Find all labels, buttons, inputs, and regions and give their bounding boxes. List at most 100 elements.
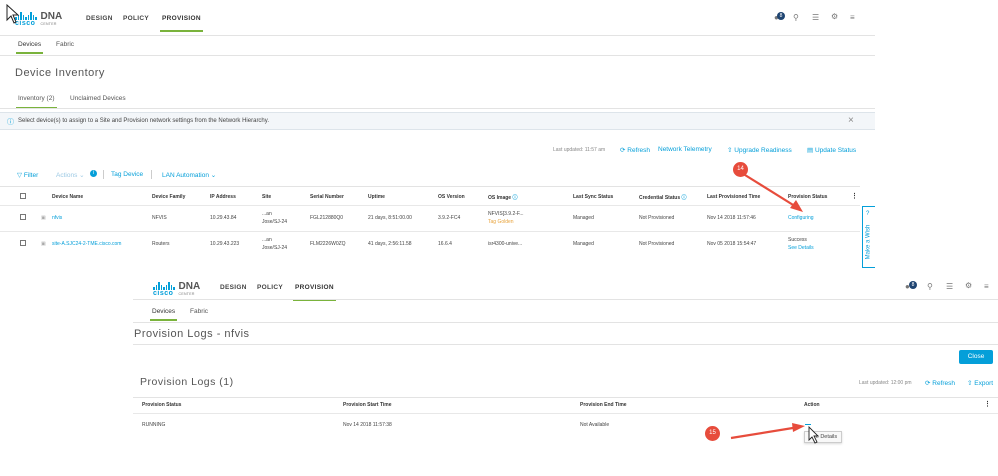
menu-icon[interactable]: ≡ xyxy=(984,282,989,291)
cisco-dna-logo: cisco DNA CENTER xyxy=(153,281,201,297)
site-line-2: Jose/SJ-24 xyxy=(262,245,288,251)
annotation-arrow-15 xyxy=(730,423,805,440)
subnav-fabric[interactable]: Fabric xyxy=(190,308,208,315)
info-icon: ⓘ xyxy=(512,195,518,201)
uptime: 21 days, 8:51:00.00 xyxy=(368,215,412,221)
apps-icon[interactable]: ☰ xyxy=(946,282,953,291)
col-provision-end-time[interactable]: Provision End Time xyxy=(580,402,627,408)
annotation-arrow-14 xyxy=(744,174,803,212)
filter-button[interactable]: ▽ Filter xyxy=(17,171,38,179)
col-device-name[interactable]: Device Name xyxy=(52,194,83,200)
subnav-fabric[interactable]: Fabric xyxy=(56,41,74,48)
success-status: Success xyxy=(788,237,807,243)
col-os-image[interactable]: OS Image ⓘ xyxy=(488,194,517,201)
tab-inventory[interactable]: Inventory (2) xyxy=(16,95,56,109)
subnav-devices[interactable]: Devices xyxy=(149,308,178,321)
nav-provision[interactable]: PROVISION xyxy=(160,15,203,32)
status-icon: ▤ xyxy=(807,147,814,154)
menu-icon[interactable]: ≡ xyxy=(850,13,855,22)
site-line-1: ...an xyxy=(262,237,272,243)
upgrade-readiness-button[interactable]: ⇧ Upgrade Readiness xyxy=(727,146,792,154)
bottom-header: cisco DNA CENTER DESIGN POLICY PROVISION… xyxy=(133,274,998,301)
apps-icon[interactable]: ☰ xyxy=(812,13,819,22)
device-name-link[interactable]: nfvis xyxy=(52,215,62,221)
see-details-link[interactable]: See Details xyxy=(788,245,814,251)
gear-icon[interactable]: ⚙ xyxy=(831,12,838,21)
notification-badge: 8 xyxy=(777,12,785,20)
page-title: Provision Logs - nfvis xyxy=(134,328,250,340)
search-icon[interactable]: ⚲ xyxy=(927,282,933,291)
nav-design[interactable]: DESIGN xyxy=(220,284,247,291)
cisco-bars-icon xyxy=(153,282,175,290)
more-options-icon[interactable]: ⋮ xyxy=(851,192,858,200)
actions-dropdown[interactable]: Actions ⌄ xyxy=(56,171,85,179)
nav-policy[interactable]: POLICY xyxy=(257,284,283,291)
col-provision-start-time[interactable]: Provision Start Time xyxy=(343,402,392,408)
export-icon: ⇧ xyxy=(967,380,973,387)
subnav-divider xyxy=(133,322,998,323)
close-icon[interactable]: × xyxy=(848,115,854,126)
serial-number: FLM2226W0ZQ xyxy=(310,241,346,247)
subnav-devices[interactable]: Devices xyxy=(15,41,44,54)
subnav-bar xyxy=(0,36,875,56)
toolbar-divider-2 xyxy=(151,170,152,179)
col-action[interactable]: Action xyxy=(804,402,820,408)
col-device-family[interactable]: Device Family xyxy=(152,194,185,200)
col-site[interactable]: Site xyxy=(262,194,271,200)
os-image-line-1: isr4300-unive... xyxy=(488,241,523,247)
network-telemetry-button[interactable]: Network Telemetry xyxy=(658,146,712,153)
provision-end-time: Not Available xyxy=(580,422,610,428)
gear-icon[interactable]: ⚙ xyxy=(965,281,972,290)
device-icon: ▣ xyxy=(41,215,46,221)
row-checkbox[interactable] xyxy=(20,240,26,246)
help-icon: ? xyxy=(866,211,870,217)
site-line-1: ...an xyxy=(262,211,272,217)
provisioned-time: Nov 05 2018 15:54:47 xyxy=(707,241,757,247)
export-button[interactable]: ⇧ Export xyxy=(967,379,993,387)
search-icon[interactable]: ⚲ xyxy=(793,13,799,22)
col-ip-address[interactable]: IP Address xyxy=(210,194,236,200)
col-credential-status[interactable]: Credential Status ⓘ xyxy=(639,194,687,201)
header-divider xyxy=(133,299,998,300)
make-a-wish-tab[interactable]: ? Make a Wish xyxy=(862,206,875,268)
section-title: Provision Logs (1) xyxy=(140,376,234,388)
provision-status: RUNNING xyxy=(142,422,166,428)
more-options-icon[interactable]: ⋮ xyxy=(984,400,991,408)
row-divider xyxy=(0,231,860,232)
col-uptime[interactable]: Uptime xyxy=(368,194,385,200)
col-provision-status[interactable]: Provision Status xyxy=(142,402,181,408)
refresh-button[interactable]: ⟳ Refresh xyxy=(925,379,955,387)
help-icon[interactable]: i xyxy=(90,170,97,177)
device-name-link[interactable]: site-A.SJC24-2-TME.cisco.com xyxy=(52,241,121,247)
col-serial-number[interactable]: Serial Number xyxy=(310,194,344,200)
row-checkbox[interactable] xyxy=(20,214,26,220)
info-icon: ⓘ xyxy=(7,119,14,126)
notification-badge: 8 xyxy=(909,281,917,289)
select-all-checkbox[interactable] xyxy=(20,193,26,199)
nav-provision[interactable]: PROVISION xyxy=(293,284,336,301)
lan-automation-dropdown[interactable]: LAN Automation ⌄ xyxy=(162,171,216,179)
credential-status: Not Provisioned xyxy=(639,241,675,247)
update-status-button[interactable]: ▤ Update Status xyxy=(807,146,856,154)
nav-design[interactable]: DESIGN xyxy=(86,15,113,22)
tag-device-button[interactable]: Tag Device xyxy=(111,171,143,178)
tag-golden-link[interactable]: Tag Golden xyxy=(488,219,514,225)
last-updated: Last updated: 11:57 am xyxy=(553,147,606,153)
provision-start-time: Nov 14 2018 11:57:38 xyxy=(343,422,392,428)
credential-status: Not Provisioned xyxy=(639,215,675,221)
sync-status: Managed xyxy=(573,241,594,247)
refresh-icon: ⟳ xyxy=(620,147,626,154)
mouse-cursor-icon xyxy=(808,426,820,444)
col-last-sync-status[interactable]: Last Sync Status xyxy=(573,194,613,200)
mouse-cursor-icon xyxy=(6,4,20,24)
os-version: 3.9.2-FC4 xyxy=(438,215,461,221)
upgrade-icon: ⇧ xyxy=(727,147,733,154)
ip-address: 10.29.43.223 xyxy=(210,241,240,247)
close-button[interactable]: Close xyxy=(959,350,993,364)
tab-unclaimed-devices[interactable]: Unclaimed Devices xyxy=(70,95,126,102)
refresh-button[interactable]: ⟳ Refresh xyxy=(620,146,650,154)
nav-policy[interactable]: POLICY xyxy=(123,15,149,22)
device-family: NFVIS xyxy=(152,215,167,221)
provision-logs-screenshot: cisco DNA CENTER DESIGN POLICY PROVISION… xyxy=(133,274,998,476)
col-os-version[interactable]: OS Version xyxy=(438,194,465,200)
